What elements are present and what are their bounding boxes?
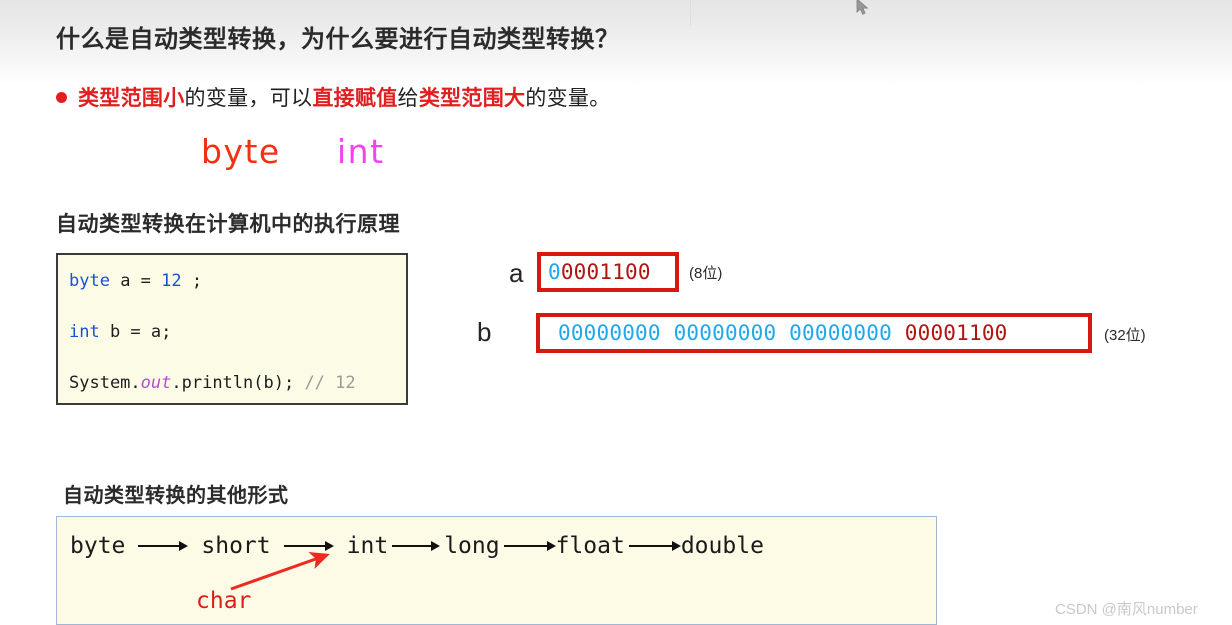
code-line-2: int b = a;: [69, 324, 406, 375]
binary-box-b: 00000000 00000000 00000000 00001100: [536, 313, 1092, 353]
code-comment: // 12: [304, 373, 356, 393]
section-heading-principle: 自动类型转换在计算机中的执行原理: [56, 213, 400, 236]
handwritten-int-label: int: [337, 132, 385, 171]
bullet-text-4: 给: [397, 87, 419, 110]
bullet-statement-text: 类型范围小的变量，可以直接赋值给类型范围大的变量。: [78, 82, 611, 112]
variable-label-b: b: [477, 317, 492, 347]
bullet-text-2: 的变量，可以: [184, 87, 313, 110]
arrow-right-icon: [283, 540, 334, 552]
bullet-statement: 类型范围小的变量，可以直接赋值给类型范围大的变量。: [56, 82, 611, 112]
bullet-emphasis-small-range: 类型范围小: [78, 87, 185, 110]
code-line-1: byte a = 12 ;: [69, 273, 406, 324]
binary-b-low-bits: 00001100: [904, 321, 1008, 345]
binary-a-width-note: (8位): [689, 265, 723, 282]
section-heading-other-forms: 自动类型转换的其他形式: [63, 485, 289, 507]
flow-type-long: long: [444, 533, 500, 559]
arrow-right-icon: [138, 540, 189, 552]
code-line-3-mid: .println(b);: [171, 373, 305, 393]
code-line-3-prefix: System.: [69, 373, 141, 393]
code-line-1-rest-a: a =: [109, 271, 162, 291]
code-keyword-int: int: [69, 322, 100, 342]
flow-type-float: float: [555, 533, 625, 559]
type-promotion-chain: byte short int long float double: [70, 533, 764, 559]
binary-b-width-note: (32位): [1104, 327, 1146, 344]
arrow-right-icon: [392, 540, 441, 552]
bullet-text-6: 的变量。: [525, 87, 611, 110]
bullet-dot-icon: [56, 91, 67, 103]
mouse-cursor-icon: [856, 0, 869, 15]
handwritten-byte-label: byte: [201, 132, 281, 171]
arrow-right-icon: [503, 540, 556, 552]
flow-type-char: char: [196, 588, 252, 614]
flow-type-int: int: [346, 533, 389, 559]
arrow-right-icon: [628, 540, 681, 552]
bullet-emphasis-direct-assign: 直接赋值: [312, 87, 398, 110]
binary-a-low-bits: 0001100: [560, 260, 651, 284]
code-keyword-byte: byte: [69, 271, 110, 291]
type-promotion-flow-box: byte short int long float double: [56, 516, 937, 625]
binary-a-high-bits: 0: [548, 260, 561, 284]
flow-type-byte: byte: [70, 533, 126, 559]
flow-type-short: short: [201, 533, 271, 559]
binary-box-a: 0 0001100: [537, 252, 679, 292]
binary-b-high-bits: 00000000 00000000 00000000: [558, 321, 905, 345]
bullet-emphasis-large-range: 类型范围大: [418, 87, 526, 110]
slide-page: 什么是自动类型转换，为什么要进行自动类型转换？ 类型范围小的变量，可以直接赋值给…: [0, 0, 1232, 625]
code-line-2-rest: b = a;: [99, 322, 172, 342]
variable-label-a: a: [509, 258, 524, 288]
code-field-out: out: [140, 373, 172, 393]
code-line-3: System.out.println(b); // 12: [69, 375, 406, 426]
page-title: 什么是自动类型转换，为什么要进行自动类型转换？: [56, 26, 620, 53]
code-number-12: 12: [161, 271, 182, 291]
code-line-1-rest-b: ;: [181, 271, 203, 291]
watermark: CSDN @南风number: [1055, 601, 1198, 618]
code-block: byte a = 12 ; int b = a; System.out.prin…: [56, 253, 408, 405]
flow-type-double: double: [680, 533, 764, 559]
